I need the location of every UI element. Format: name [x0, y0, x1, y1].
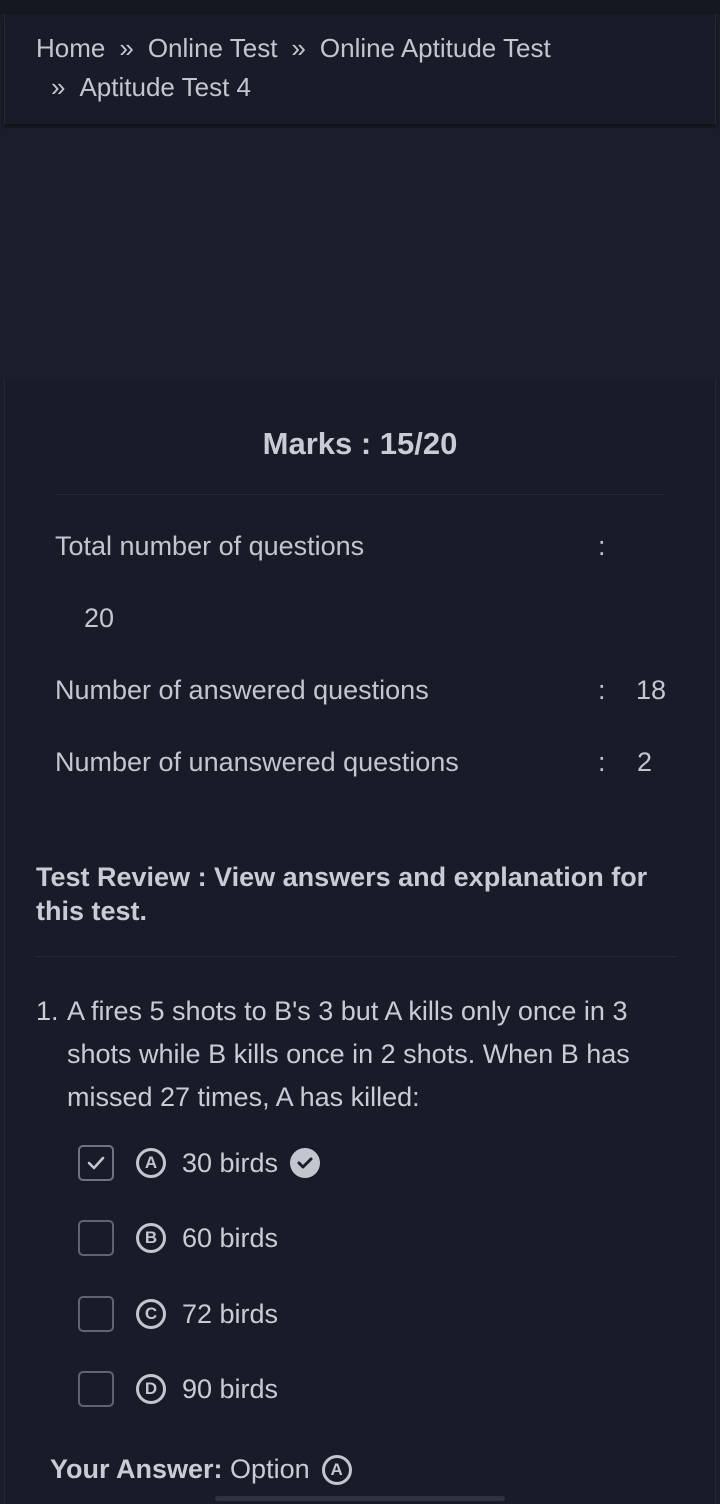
unanswered-questions-label: Number of unanswered questions — [55, 747, 459, 777]
breadcrumb-home-link[interactable]: Home — [36, 33, 105, 63]
breadcrumb-separator: » — [51, 72, 66, 102]
stat-colon: : — [598, 531, 606, 561]
option-b-text: 60 birds — [182, 1222, 279, 1253]
divider — [55, 494, 665, 495]
option-d-checkbox[interactable] — [78, 1371, 114, 1407]
breadcrumb: Home » Online Test » Online Aptitude Test » A… — [4, 14, 716, 124]
option-letter-b: B — [136, 1223, 166, 1253]
stat-colon: : — [598, 675, 606, 705]
option-d-text: 90 birds — [182, 1373, 279, 1404]
option-a-text: 30 birds — [182, 1147, 279, 1178]
answered-questions-value: 18 — [636, 675, 667, 705]
breadcrumb-line-2: » Aptitude Test 4 — [51, 72, 251, 103]
option-a[interactable]: A 30 birds — [78, 1143, 321, 1183]
option-b-checkbox[interactable] — [78, 1220, 114, 1256]
total-questions-label: Total number of questions — [55, 531, 365, 561]
option-letter-a: A — [136, 1148, 166, 1178]
total-questions-value: 20 — [84, 603, 115, 633]
breadcrumb-current-page: Aptitude Test 4 — [79, 72, 251, 102]
option-d[interactable]: D 90 birds — [78, 1369, 278, 1409]
question-number: 1. — [36, 996, 59, 1026]
your-answer-prefix: Option — [230, 1454, 310, 1484]
correct-answer-icon — [290, 1148, 321, 1178]
ad-placeholder — [4, 128, 716, 380]
test-review-heading: Test Review : View answers and explanati… — [36, 862, 648, 926]
breadcrumb-online-test-link[interactable]: Online Test — [148, 33, 278, 63]
option-c-checkbox[interactable] — [78, 1296, 114, 1332]
top-bar — [0, 0, 720, 14]
stat-colon: : — [598, 747, 606, 777]
option-b[interactable]: B 60 birds — [78, 1218, 278, 1258]
your-answer: Your Answer: Option A — [50, 1454, 352, 1485]
divider — [36, 956, 676, 957]
breadcrumb-separator: » — [291, 33, 306, 63]
check-icon — [87, 1156, 105, 1170]
breadcrumb-online-aptitude-test-link[interactable]: Online Aptitude Test — [320, 33, 551, 63]
answered-questions-label: Number of answered questions — [55, 675, 429, 705]
breadcrumb-separator: » — [119, 33, 134, 63]
option-c[interactable]: C 72 birds — [78, 1294, 278, 1334]
unanswered-questions-value: 2 — [637, 747, 653, 777]
option-letter-c: C — [136, 1299, 166, 1329]
option-letter-d: D — [136, 1374, 166, 1404]
breadcrumb-line-1: Home » Online Test » Online Aptitude Test — [36, 33, 551, 64]
question-text: A fires 5 shots to B's 3 but A kills onl… — [67, 996, 630, 1112]
your-answer-letter: A — [321, 1454, 352, 1485]
your-answer-label: Your Answer: — [50, 1454, 223, 1484]
option-c-text: 72 birds — [182, 1298, 279, 1329]
marks-score: Marks : 15/20 — [262, 426, 458, 461]
scroll-indicator[interactable] — [215, 1496, 505, 1501]
option-a-checkbox[interactable] — [78, 1145, 114, 1181]
